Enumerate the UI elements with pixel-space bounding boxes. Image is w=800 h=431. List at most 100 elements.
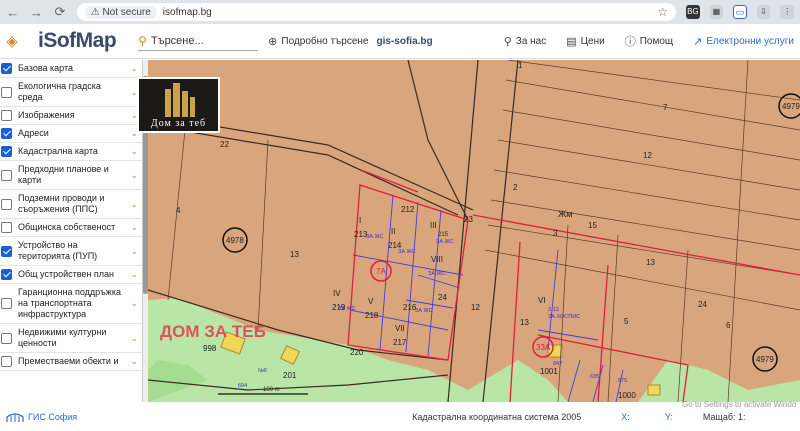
help-question-icon: ⓘ bbox=[624, 36, 636, 48]
road-boundary bbox=[447, 60, 479, 402]
layer-item[interactable]: Базова карта ⌄ bbox=[0, 60, 142, 78]
parcel-label: 13 bbox=[290, 250, 299, 259]
layer-label: Изображения bbox=[18, 110, 75, 120]
chevron-down-icon[interactable]: ⌄ bbox=[130, 356, 138, 367]
isofmap-logo[interactable]: iSofMap bbox=[38, 29, 117, 53]
circle-label-33a: 33А bbox=[536, 343, 551, 352]
security-chip[interactable]: ⚠ Not secure bbox=[84, 5, 157, 19]
activate-windows-notice: Go to Settings to activate Windo bbox=[682, 400, 797, 409]
layer-checkbox[interactable] bbox=[1, 198, 12, 210]
layer-item[interactable]: Гаранционна поддръжка на транспортната и… bbox=[0, 284, 142, 324]
layer-checkbox[interactable] bbox=[1, 110, 12, 121]
url-text: isofmap.bg bbox=[162, 6, 212, 18]
external-link-icon: ↗ bbox=[693, 35, 703, 48]
pup-boundary bbox=[597, 264, 609, 402]
search-input[interactable] bbox=[150, 34, 251, 47]
zone-label: ЗА ХОСПИС bbox=[548, 314, 580, 320]
layer-item[interactable]: Екологична градска среда ⌄ bbox=[0, 78, 142, 107]
layer-checkbox[interactable] bbox=[1, 222, 12, 233]
parcel-label: 1 bbox=[518, 61, 523, 70]
parcel-label: 201 bbox=[283, 371, 297, 380]
building bbox=[647, 384, 661, 396]
e-services-link[interactable]: ↗ Електронни услуги bbox=[693, 35, 794, 48]
scale-bar-label: 100 m bbox=[263, 387, 280, 393]
layer-item[interactable]: Предходни планове и карти ⌄ bbox=[0, 161, 142, 190]
zoom-search-icon: ⊕ bbox=[268, 35, 278, 48]
location-pin-icon: ⚲ bbox=[503, 35, 512, 48]
layer-item[interactable]: Кадастрална карта ⌄ bbox=[0, 143, 142, 161]
misc-label: 975 bbox=[618, 378, 627, 384]
help-link[interactable]: ⓘ Помощ bbox=[625, 33, 673, 49]
layer-checkbox[interactable] bbox=[1, 169, 12, 181]
profile-badge[interactable]: BG bbox=[686, 5, 700, 19]
layer-item[interactable]: Устройство на територията (ПУП) ⌄ bbox=[0, 237, 142, 266]
layer-checkbox[interactable] bbox=[1, 128, 12, 139]
layer-item[interactable]: Адреси ⌄ bbox=[0, 125, 142, 143]
chevron-down-icon[interactable]: ⌄ bbox=[130, 269, 138, 280]
about-link[interactable]: ⚲ За нас bbox=[504, 35, 547, 48]
layer-label: Общинска собственост bbox=[18, 222, 116, 232]
circle-label-4979-bottom: 4979 bbox=[756, 355, 774, 364]
chevron-down-icon[interactable]: ⌄ bbox=[130, 199, 138, 210]
layer-checkbox[interactable] bbox=[1, 356, 12, 367]
parcel-label: 12 bbox=[643, 151, 652, 160]
forward-arrow-icon[interactable]: → bbox=[30, 5, 44, 20]
parcel-line bbox=[493, 169, 800, 221]
layer-label: Недвижими културни ценности bbox=[18, 327, 107, 348]
subdivision-line bbox=[567, 359, 581, 402]
download-icon[interactable]: ⇩ bbox=[756, 5, 771, 19]
chevron-down-icon[interactable]: ⌄ bbox=[130, 170, 138, 181]
chevron-down-icon[interactable]: ⌄ bbox=[130, 146, 138, 157]
parcel-label: 12 bbox=[471, 303, 480, 312]
layer-checkbox[interactable] bbox=[1, 298, 12, 309]
back-arrow-icon[interactable]: ← bbox=[6, 5, 20, 20]
map-canvas[interactable]: 4978 4979 4979 7А 33А Жм 1 2 3 4 7 12 12… bbox=[148, 60, 800, 402]
misc-label: №6 bbox=[258, 368, 267, 374]
chevron-down-icon[interactable]: ⌄ bbox=[130, 222, 138, 233]
parcel-line bbox=[257, 139, 269, 331]
layer-label: Гаранционна поддръжка на транспортната и… bbox=[18, 287, 121, 319]
layer-item[interactable]: Общ устройствен план ⌄ bbox=[0, 266, 142, 284]
advanced-search-link[interactable]: ⊕ Подробно търсене bbox=[268, 35, 368, 48]
layer-checkbox[interactable] bbox=[1, 245, 12, 257]
parcel-label: 15 bbox=[588, 221, 597, 230]
layers-stack-icon[interactable]: ◈ bbox=[0, 32, 24, 50]
extension-blue-icon[interactable]: ▭ bbox=[733, 5, 747, 19]
roman-label: I bbox=[359, 216, 361, 225]
gis-sofia-link[interactable]: gis-sofia.bg bbox=[377, 36, 433, 47]
extension-puzzle-icon[interactable]: ▦ bbox=[709, 5, 724, 19]
chevron-down-icon[interactable]: ⌄ bbox=[130, 246, 138, 257]
layer-checkbox[interactable] bbox=[1, 63, 12, 74]
layer-item[interactable]: Изображения ⌄ bbox=[0, 107, 142, 125]
layer-item[interactable]: Преместваеми обекти и ⌄ bbox=[0, 353, 142, 371]
cadastral-map[interactable]: 4978 4979 4979 7А 33А Жм 1 2 3 4 7 12 12… bbox=[148, 60, 800, 402]
parcel-label: 998 bbox=[203, 344, 217, 353]
layer-checkbox[interactable] bbox=[1, 332, 12, 344]
layer-item[interactable]: Общинска собственост ⌄ bbox=[0, 219, 142, 237]
header-right-links: ⚲ За нас ▤ Цени ⓘ Помощ ↗ Електронни усл… bbox=[494, 33, 800, 49]
chevron-down-icon[interactable]: ⌄ bbox=[130, 333, 138, 344]
layer-checkbox[interactable] bbox=[1, 86, 12, 98]
zone-label: ЗА ЖС bbox=[398, 249, 416, 255]
layer-label: Подземни проводи и съоръжения (ППС) bbox=[18, 193, 105, 214]
reload-icon[interactable]: ⟳ bbox=[53, 4, 67, 20]
address-bar[interactable]: ⚠ Not secure isofmap.bg ☆ bbox=[76, 3, 677, 21]
layer-item[interactable]: Подземни проводи и съоръжения (ППС) ⌄ bbox=[0, 190, 142, 219]
search-box[interactable]: ⚲ bbox=[138, 31, 259, 51]
roman-label: VIII bbox=[431, 255, 443, 264]
layer-checkbox[interactable] bbox=[1, 146, 12, 157]
parcel-label: 215 bbox=[438, 232, 449, 238]
roman-label: IV bbox=[333, 289, 341, 298]
prices-link[interactable]: ▤ Цени bbox=[566, 35, 604, 48]
zone-label: ЗА ЖС bbox=[366, 234, 384, 240]
parcel-line bbox=[727, 60, 749, 402]
gis-sofia-brand[interactable]: ГИС София bbox=[0, 411, 77, 423]
layer-item[interactable]: Недвижими културни ценности ⌄ bbox=[0, 324, 142, 353]
chevron-down-icon[interactable]: ⌄ bbox=[130, 298, 138, 309]
parcel-label: 5 bbox=[624, 317, 629, 326]
chevron-down-icon[interactable]: ⌄ bbox=[130, 63, 138, 74]
layer-checkbox[interactable] bbox=[1, 269, 12, 280]
bookmark-star-icon[interactable]: ☆ bbox=[657, 5, 668, 19]
scale-label: Мащаб: 1: bbox=[702, 411, 746, 422]
menu-dots-icon[interactable]: ⋮ bbox=[780, 5, 794, 19]
